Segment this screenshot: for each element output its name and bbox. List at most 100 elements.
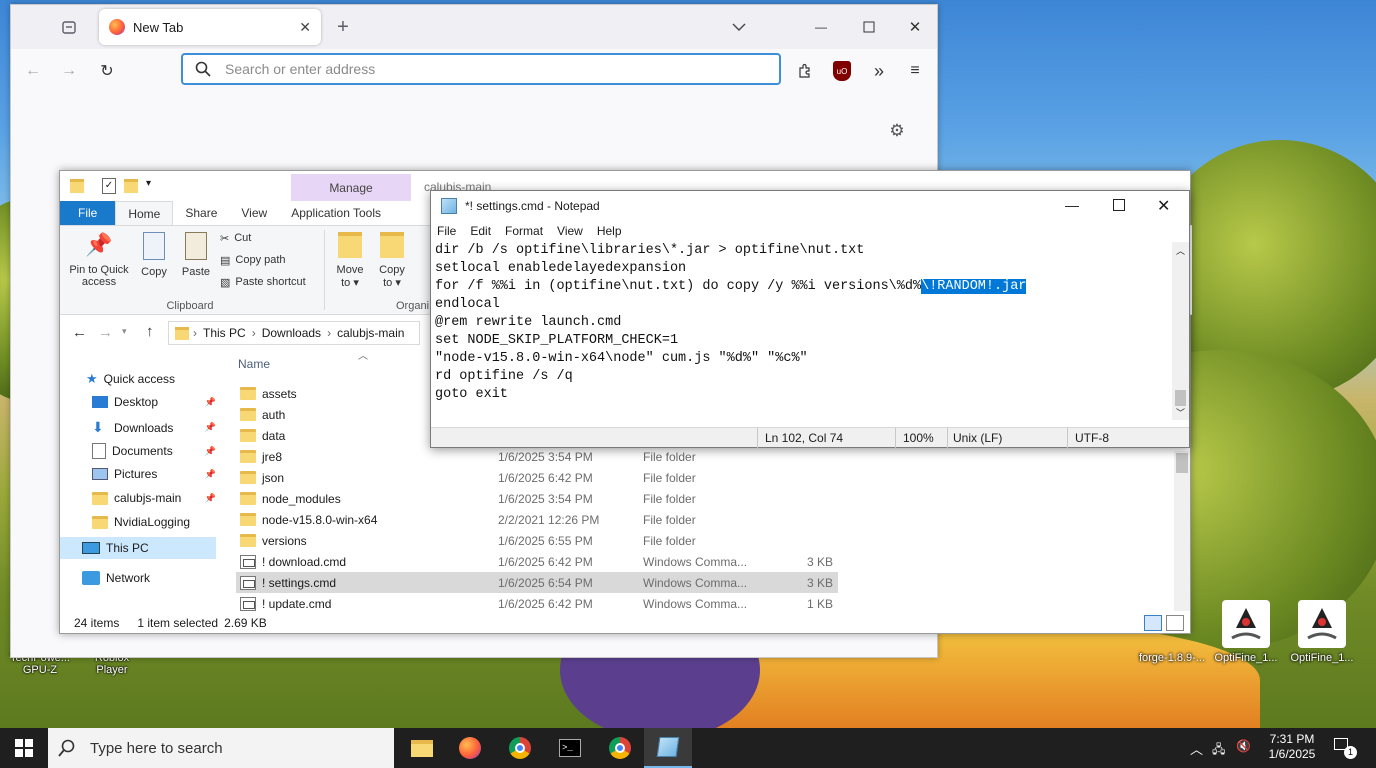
copy-button[interactable]: Copy (136, 232, 172, 278)
overflow-chevron-icon[interactable]: » (869, 61, 889, 81)
network-icon[interactable]: 🖧 (1212, 740, 1225, 761)
new-tab-icon[interactable]: + (333, 16, 353, 38)
taskbar-chrome-alt[interactable] (596, 728, 644, 768)
scrollbar-thumb[interactable] (1175, 390, 1186, 406)
paste-shortcut-button[interactable]: ▧ Paste shortcut (220, 276, 306, 289)
nav-item-downloads[interactable]: ⬇ Downloads 📌 (92, 419, 216, 436)
scrollbar[interactable]: ︿ ﹀ (1172, 242, 1189, 420)
file-row[interactable]: ! download.cmd 1/6/2025 6:42 PM Windows Co… (236, 551, 838, 572)
menu-file[interactable]: File (437, 224, 456, 238)
large-icons-view-icon[interactable] (1166, 615, 1184, 631)
file-row[interactable]: json 1/6/2025 6:42 PM File folder (236, 467, 838, 488)
breadcrumb-item[interactable]: This PC (203, 326, 246, 340)
properties-icon[interactable]: ✓ (102, 178, 116, 194)
breadcrumb-item[interactable]: Downloads (262, 326, 321, 340)
java-jar-icon (1298, 600, 1346, 648)
desktop-icon-optifine-1[interactable]: OptiFine_1... (1206, 600, 1286, 664)
menu-view[interactable]: View (557, 224, 583, 238)
tab-file[interactable]: File (60, 201, 116, 225)
show-hidden-icons-chevron-icon[interactable]: ︿ (1190, 739, 1203, 758)
gear-icon[interactable]: ⚙ (887, 121, 907, 141)
chevron-down-icon[interactable] (729, 17, 749, 37)
volume-muted-icon[interactable]: 🔇 (1236, 739, 1251, 753)
taskbar-file-explorer[interactable] (398, 728, 446, 768)
tab-manage[interactable]: Manage (291, 174, 411, 201)
tab-share[interactable]: Share (173, 201, 229, 225)
nav-item-quick-access[interactable]: ★ Quick access (86, 371, 175, 387)
pin-to-quick-access-button[interactable]: 📌 Pin to Quick access (64, 232, 134, 288)
copy-path-button[interactable]: ▤ Copy path (220, 254, 286, 267)
nav-item-nvidialogging[interactable]: NvidiaLogging (92, 515, 190, 529)
menu-format[interactable]: Format (505, 224, 543, 238)
forward-icon[interactable]: → (59, 61, 79, 81)
browser-tab[interactable]: New Tab ✕ (99, 9, 321, 45)
taskbar-notepad[interactable] (644, 728, 692, 768)
file-row[interactable]: ! update.cmd 1/6/2025 6:42 PM Windows Comm… (236, 593, 838, 614)
menu-help[interactable]: Help (597, 224, 622, 238)
reload-icon[interactable]: ↻ (97, 61, 117, 81)
search-icon (58, 739, 75, 757)
taskbar-terminal[interactable]: >_ (546, 728, 594, 768)
scroll-up-icon[interactable]: ︿ (1176, 244, 1185, 257)
chevron-down-icon[interactable]: ▾ (146, 178, 151, 189)
tab-view[interactable]: View (229, 201, 279, 225)
forward-icon[interactable]: → (98, 324, 113, 341)
copy-to-button[interactable]: Copy to ▾ (374, 232, 410, 289)
file-row[interactable]: node-v15.8.0-win-x64 2/2/2021 12:26 PM Fil… (236, 509, 838, 530)
ublock-origin-icon[interactable]: uO (833, 61, 851, 81)
nav-item-desktop[interactable]: Desktop 📌 (92, 395, 216, 409)
scroll-down-icon[interactable]: ﹀ (1176, 406, 1185, 419)
file-row[interactable]: versions 1/6/2025 6:55 PM File folder (236, 530, 838, 551)
extensions-icon[interactable] (795, 61, 815, 81)
notepad-editor[interactable]: dir /b /s optifine\libraries\*.jar > opt… (435, 242, 1175, 420)
back-icon[interactable]: ← (72, 324, 87, 341)
back-icon[interactable]: ← (23, 61, 43, 81)
breadcrumb-item[interactable]: calubjs-main (337, 326, 404, 340)
minimize-icon[interactable]: — (811, 17, 831, 37)
maximize-icon[interactable] (1113, 199, 1125, 211)
cut-button[interactable]: ✂ Cut (220, 232, 251, 245)
up-icon[interactable]: ↑ (146, 323, 154, 340)
recent-locations-icon[interactable]: ▾ (122, 326, 127, 337)
file-row[interactable]: jre8 1/6/2025 3:54 PM File folder (236, 446, 838, 467)
desktop-icon-optifine-2[interactable]: OptiFine_1... (1282, 600, 1362, 664)
close-icon[interactable]: ✕ (1157, 196, 1170, 216)
new-folder-icon[interactable] (124, 179, 138, 193)
taskbar-search[interactable]: Type here to search (48, 728, 394, 768)
taskbar-chrome[interactable] (496, 728, 544, 768)
column-header-name[interactable]: Name (238, 357, 270, 371)
file-name: node_modules (262, 491, 341, 506)
nav-item-this-pc[interactable]: This PC (60, 537, 216, 559)
menu-icon[interactable]: ≡ (905, 61, 925, 81)
nav-item-documents[interactable]: Documents 📌 (92, 443, 216, 459)
start-button[interactable] (0, 728, 48, 768)
scrollbar[interactable] (1174, 451, 1190, 611)
file-row[interactable]: node_modules 1/6/2025 3:54 PM File folder (236, 488, 838, 509)
tab-home[interactable]: Home (115, 201, 174, 225)
nav-item-pictures[interactable]: Pictures 📌 (92, 467, 216, 481)
file-row[interactable]: ! settings.cmd 1/6/2025 6:54 PM Windows Co… (236, 572, 838, 593)
tab-application-tools[interactable]: Application Tools (279, 201, 393, 225)
menu-edit[interactable]: Edit (470, 224, 491, 238)
nav-item-network[interactable]: Network (82, 571, 150, 585)
button-label: Cut (234, 232, 252, 244)
nav-item-calubjs-main[interactable]: calubjs-main 📌 (92, 491, 216, 505)
network-icon (82, 571, 100, 585)
breadcrumb[interactable]: › This PC › Downloads › calubjs-main (168, 321, 420, 345)
move-to-button[interactable]: Move to ▾ (332, 232, 368, 289)
scrollbar-thumb[interactable] (1176, 453, 1188, 473)
paste-button[interactable]: Paste (178, 232, 214, 278)
minimize-icon[interactable]: — (1065, 197, 1079, 213)
close-icon[interactable]: ✕ (299, 19, 311, 36)
clock[interactable]: 7:31 PM 1/6/2025 (1262, 732, 1322, 762)
tab-list-icon[interactable] (59, 17, 79, 37)
close-icon[interactable]: ✕ (905, 17, 925, 37)
cmd-file-icon (240, 554, 256, 569)
notification-center-icon[interactable]: 1 (1334, 738, 1357, 759)
maximize-icon[interactable] (859, 17, 879, 37)
url-bar[interactable]: Search or enter address (181, 53, 781, 85)
folder-icon (240, 450, 256, 463)
taskbar-firefox[interactable] (446, 728, 494, 768)
file-size: 1 KB (806, 596, 833, 611)
details-view-icon[interactable] (1144, 615, 1162, 631)
